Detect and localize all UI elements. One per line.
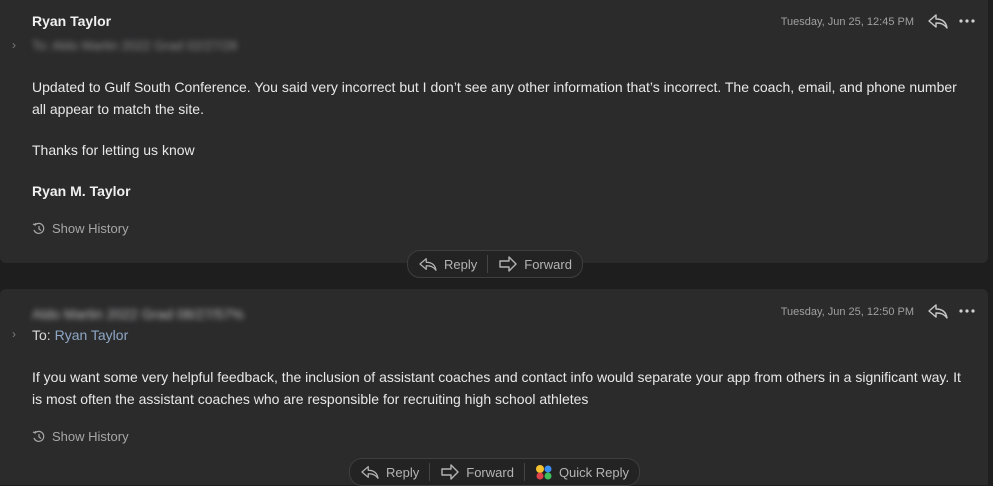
signature: Ryan M. Taylor bbox=[32, 183, 131, 199]
sender-name: Aldo Martin 2022 Grad 08/27/57% bbox=[32, 306, 244, 322]
message-card-2: Aldo Martin 2022 Grad 08/27/57% › To: Ry… bbox=[0, 289, 988, 485]
recipient-name[interactable]: Ryan Taylor bbox=[55, 327, 129, 343]
reply-label: Reply bbox=[444, 256, 478, 272]
chevron-right-icon[interactable]: › bbox=[12, 327, 16, 341]
quick-reply-button[interactable]: Quick Reply bbox=[525, 459, 639, 485]
reply-arrow-icon[interactable] bbox=[927, 12, 949, 30]
forward-button[interactable]: Forward bbox=[430, 459, 524, 485]
forward-label: Forward bbox=[466, 464, 514, 480]
message-body-paragraph: Thanks for letting us know bbox=[32, 142, 195, 158]
forward-label: Forward bbox=[524, 256, 572, 272]
show-history-button[interactable]: Show History bbox=[32, 221, 129, 236]
forward-arrow-icon bbox=[499, 256, 517, 272]
message-body-paragraph: If you want some very helpful feedback, … bbox=[32, 369, 961, 407]
recipient-line: To: Aldo Martin 2022 Grad 02/27/28 bbox=[32, 38, 238, 53]
reply-arrow-icon bbox=[361, 466, 379, 479]
more-ellipsis-icon[interactable] bbox=[957, 302, 979, 320]
forward-arrow-icon bbox=[441, 464, 459, 480]
more-ellipsis-icon[interactable] bbox=[957, 12, 979, 30]
history-clock-icon bbox=[32, 430, 45, 442]
reply-forward-toolbar: Reply Forward bbox=[407, 250, 583, 278]
message-timestamp: Tuesday, Jun 25, 12:45 PM bbox=[780, 16, 914, 28]
show-history-button[interactable]: Show History bbox=[32, 429, 129, 444]
message-timestamp: Tuesday, Jun 25, 12:50 PM bbox=[780, 306, 914, 318]
history-clock-icon bbox=[32, 222, 45, 234]
reply-arrow-icon bbox=[419, 258, 437, 271]
reply-button[interactable]: Reply bbox=[350, 459, 429, 485]
reply-button[interactable]: Reply bbox=[408, 251, 487, 277]
show-history-label: Show History bbox=[52, 221, 129, 236]
message-card-1: Ryan Taylor › To: Aldo Martin 2022 Grad … bbox=[0, 0, 988, 263]
message-body-paragraph: Updated to Gulf South Conference. You sa… bbox=[32, 79, 957, 117]
reply-label: Reply bbox=[386, 464, 420, 480]
reply-forward-quickreply-toolbar: Reply Forward Quick Reply bbox=[349, 458, 641, 486]
reply-arrow-icon[interactable] bbox=[927, 302, 949, 320]
forward-button[interactable]: Forward bbox=[488, 251, 582, 277]
sender-name: Ryan Taylor bbox=[32, 13, 112, 29]
recipient-line: To: Ryan Taylor bbox=[32, 327, 129, 343]
emoji-quick-reply-icon bbox=[535, 465, 552, 480]
quick-reply-label: Quick Reply bbox=[558, 464, 630, 480]
show-history-label: Show History bbox=[52, 429, 129, 444]
chevron-right-icon[interactable]: › bbox=[12, 38, 16, 52]
